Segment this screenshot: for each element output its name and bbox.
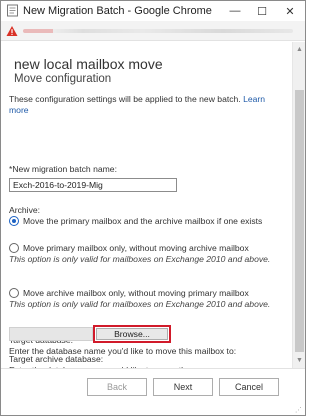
- page-title: new local mailbox move: [14, 56, 163, 72]
- back-button[interactable]: Back: [87, 378, 147, 396]
- intro-sentence: These configuration settings will be app…: [9, 94, 241, 104]
- option-both-label: Move the primary mailbox and the archive…: [23, 216, 263, 226]
- scroll-down-arrow-icon[interactable]: ▼: [295, 356, 304, 365]
- intro-text: These configuration settings will be app…: [9, 94, 281, 116]
- radio-button-selected[interactable]: [9, 216, 19, 226]
- scrollbar-thumb[interactable]: [295, 90, 304, 352]
- minimize-button[interactable]: —: [221, 3, 249, 19]
- window-title: New Migration Batch - Google Chrome: [23, 5, 212, 17]
- title-bar: New Migration Batch - Google Chrome — ☐ …: [1, 1, 305, 21]
- address-bar[interactable]: [1, 21, 305, 41]
- dialog-footer: Back Next Cancel ⋰: [1, 368, 305, 415]
- option-archive-note: This option is only valid for mailboxes …: [9, 299, 271, 309]
- option-primary-label: Move primary mailbox only, without movin…: [9, 243, 284, 265]
- page-subtitle: Move configuration: [14, 73, 112, 85]
- archive-label: Archive:: [9, 205, 41, 215]
- browse-button[interactable]: Browse...: [96, 328, 168, 340]
- page-icon: [7, 4, 18, 17]
- target-archive-label: Target archive database:: [9, 354, 104, 364]
- radio-button[interactable]: [9, 288, 19, 298]
- option-archive-label: Move archive mailbox only, without movin…: [9, 288, 284, 310]
- option-primary-text: Move primary mailbox only, without movin…: [23, 243, 249, 253]
- archive-option-both[interactable]: Move the primary mailbox and the archive…: [9, 216, 284, 240]
- resize-grip-icon[interactable]: ⋰: [295, 407, 303, 415]
- vertical-scrollbar[interactable]: ▲ ▼: [292, 42, 305, 368]
- close-button[interactable]: ✕: [276, 3, 304, 19]
- option-archive-text: Move archive mailbox only, without movin…: [23, 288, 249, 298]
- dialog-content: new local mailbox move Move configuratio…: [1, 42, 291, 368]
- browser-window: New Migration Batch - Google Chrome — ☐ …: [0, 0, 306, 416]
- radio-button[interactable]: [9, 243, 19, 253]
- cancel-button[interactable]: Cancel: [219, 378, 279, 396]
- archive-option-primary-only[interactable]: Move primary mailbox only, without movin…: [9, 243, 284, 287]
- next-button[interactable]: Next: [153, 378, 213, 396]
- scroll-up-arrow-icon[interactable]: ▲: [295, 45, 304, 54]
- maximize-button[interactable]: ☐: [248, 3, 276, 19]
- not-secure-warning-icon[interactable]: [6, 25, 18, 37]
- target-database-field[interactable]: [9, 327, 93, 341]
- browse-highlight: Browse...: [93, 325, 171, 343]
- blurred-url: [23, 29, 293, 33]
- batch-name-label: *New migration batch name:: [9, 164, 117, 174]
- batch-name-input[interactable]: Exch-2016-to-2019-Mig: [9, 178, 177, 192]
- option-primary-note: This option is only valid for mailboxes …: [9, 254, 271, 264]
